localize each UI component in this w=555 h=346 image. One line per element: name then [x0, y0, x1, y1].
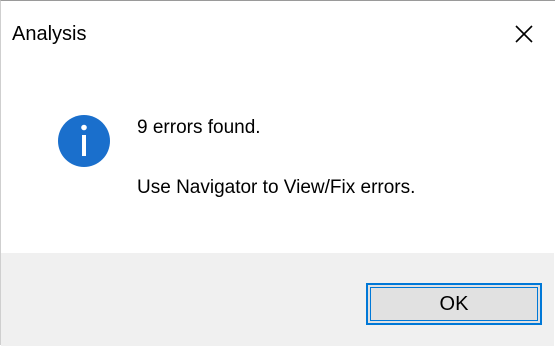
- close-button[interactable]: [499, 11, 549, 57]
- dialog-content: 9 errors found. Use Navigator to View/Fi…: [1, 65, 554, 253]
- close-icon: [515, 25, 533, 43]
- title-bar[interactable]: Analysis: [1, 1, 554, 65]
- ok-button[interactable]: OK: [366, 283, 542, 325]
- message-instructions: Use Navigator to View/Fix errors.: [137, 177, 416, 198]
- button-bar: OK: [1, 253, 554, 346]
- message-dialog: Analysis 9 errors found. Use Navigator t…: [0, 0, 555, 346]
- window-title: Analysis: [12, 23, 87, 45]
- info-icon: [58, 115, 110, 167]
- message-errors-count: 9 errors found.: [137, 117, 261, 138]
